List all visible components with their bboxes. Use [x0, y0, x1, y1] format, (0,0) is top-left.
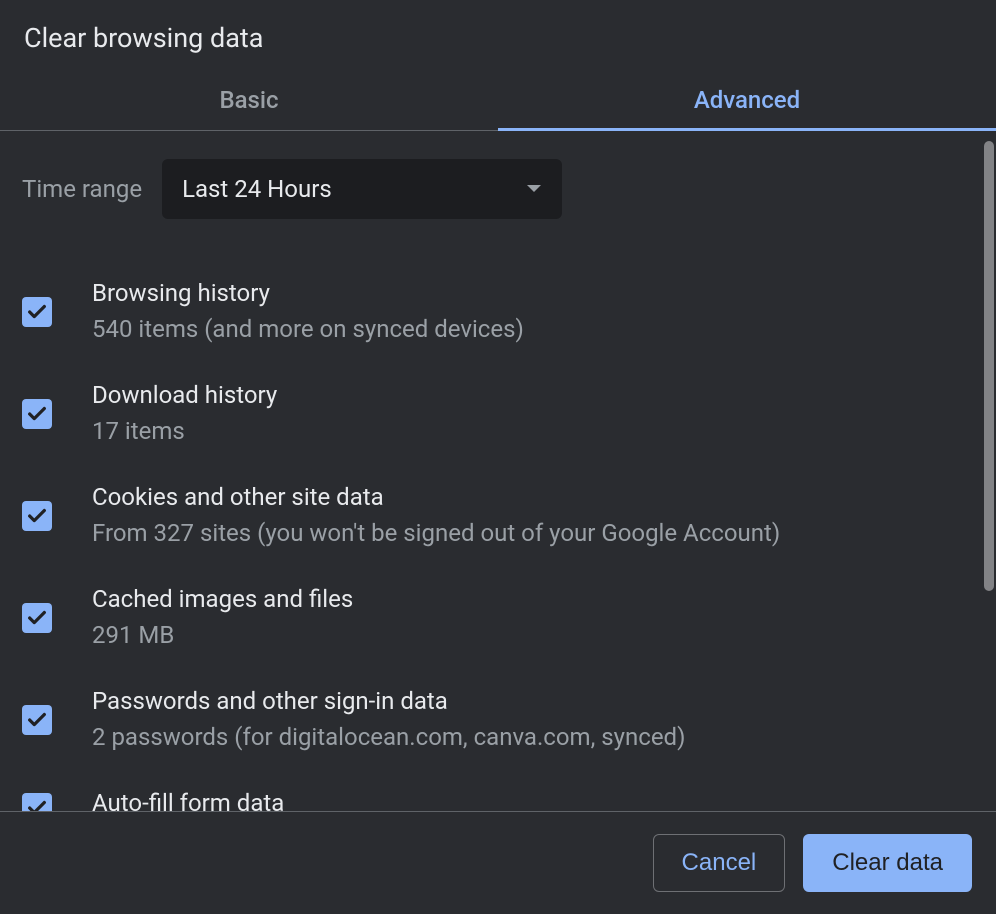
- item-cached: Cached images and files 291 MB: [22, 585, 974, 649]
- tabs: Basic Advanced: [0, 72, 996, 131]
- content: Time range Last 24 Hours Browsing histor…: [0, 131, 996, 811]
- item-title: Cached images and files: [92, 585, 353, 613]
- time-range-label: Time range: [22, 175, 142, 203]
- dialog-title: Clear browsing data: [0, 0, 996, 72]
- time-range-select[interactable]: Last 24 Hours: [162, 159, 562, 219]
- chevron-down-icon: [526, 184, 542, 194]
- tab-basic[interactable]: Basic: [0, 72, 498, 130]
- item-text: Download history 17 items: [92, 381, 277, 445]
- content-scroll-area: Time range Last 24 Hours Browsing histor…: [0, 131, 996, 811]
- clear-browsing-data-dialog: Clear browsing data Basic Advanced Time …: [0, 0, 996, 914]
- cancel-button[interactable]: Cancel: [653, 834, 786, 892]
- check-icon: [26, 301, 48, 323]
- item-text: Auto-fill form data: [92, 789, 284, 811]
- item-title: Cookies and other site data: [92, 483, 780, 511]
- item-title: Download history: [92, 381, 277, 409]
- check-icon: [26, 607, 48, 629]
- item-text: Cached images and files 291 MB: [92, 585, 353, 649]
- time-range-row: Time range Last 24 Hours: [22, 159, 974, 219]
- item-title: Browsing history: [92, 279, 524, 307]
- item-desc: From 327 sites (you won't be signed out …: [92, 519, 780, 547]
- time-range-value: Last 24 Hours: [182, 175, 332, 203]
- item-text: Cookies and other site data From 327 sit…: [92, 483, 780, 547]
- check-icon: [26, 797, 48, 811]
- item-text: Browsing history 540 items (and more on …: [92, 279, 524, 343]
- item-desc: 291 MB: [92, 621, 353, 649]
- item-desc: 2 passwords (for digitalocean.com, canva…: [92, 723, 685, 751]
- scrollbar[interactable]: [984, 141, 994, 761]
- item-text: Passwords and other sign-in data 2 passw…: [92, 687, 685, 751]
- checkbox-download-history[interactable]: [22, 399, 52, 429]
- item-desc: 540 items (and more on synced devices): [92, 315, 524, 343]
- checkbox-autofill[interactable]: [22, 793, 52, 811]
- checkbox-cached[interactable]: [22, 603, 52, 633]
- checkbox-passwords[interactable]: [22, 705, 52, 735]
- item-browsing-history: Browsing history 540 items (and more on …: [22, 279, 974, 343]
- check-icon: [26, 403, 48, 425]
- scrollbar-thumb[interactable]: [984, 141, 994, 591]
- item-autofill: Auto-fill form data: [22, 789, 974, 811]
- item-cookies: Cookies and other site data From 327 sit…: [22, 483, 974, 547]
- dialog-footer: Cancel Clear data: [0, 811, 996, 914]
- item-title: Auto-fill form data: [92, 789, 284, 811]
- item-title: Passwords and other sign-in data: [92, 687, 685, 715]
- check-icon: [26, 505, 48, 527]
- item-download-history: Download history 17 items: [22, 381, 974, 445]
- clear-data-button[interactable]: Clear data: [803, 834, 972, 892]
- tab-advanced[interactable]: Advanced: [498, 72, 996, 130]
- item-passwords: Passwords and other sign-in data 2 passw…: [22, 687, 974, 751]
- item-desc: 17 items: [92, 417, 277, 445]
- checkbox-browsing-history[interactable]: [22, 297, 52, 327]
- checkbox-cookies[interactable]: [22, 501, 52, 531]
- check-icon: [26, 709, 48, 731]
